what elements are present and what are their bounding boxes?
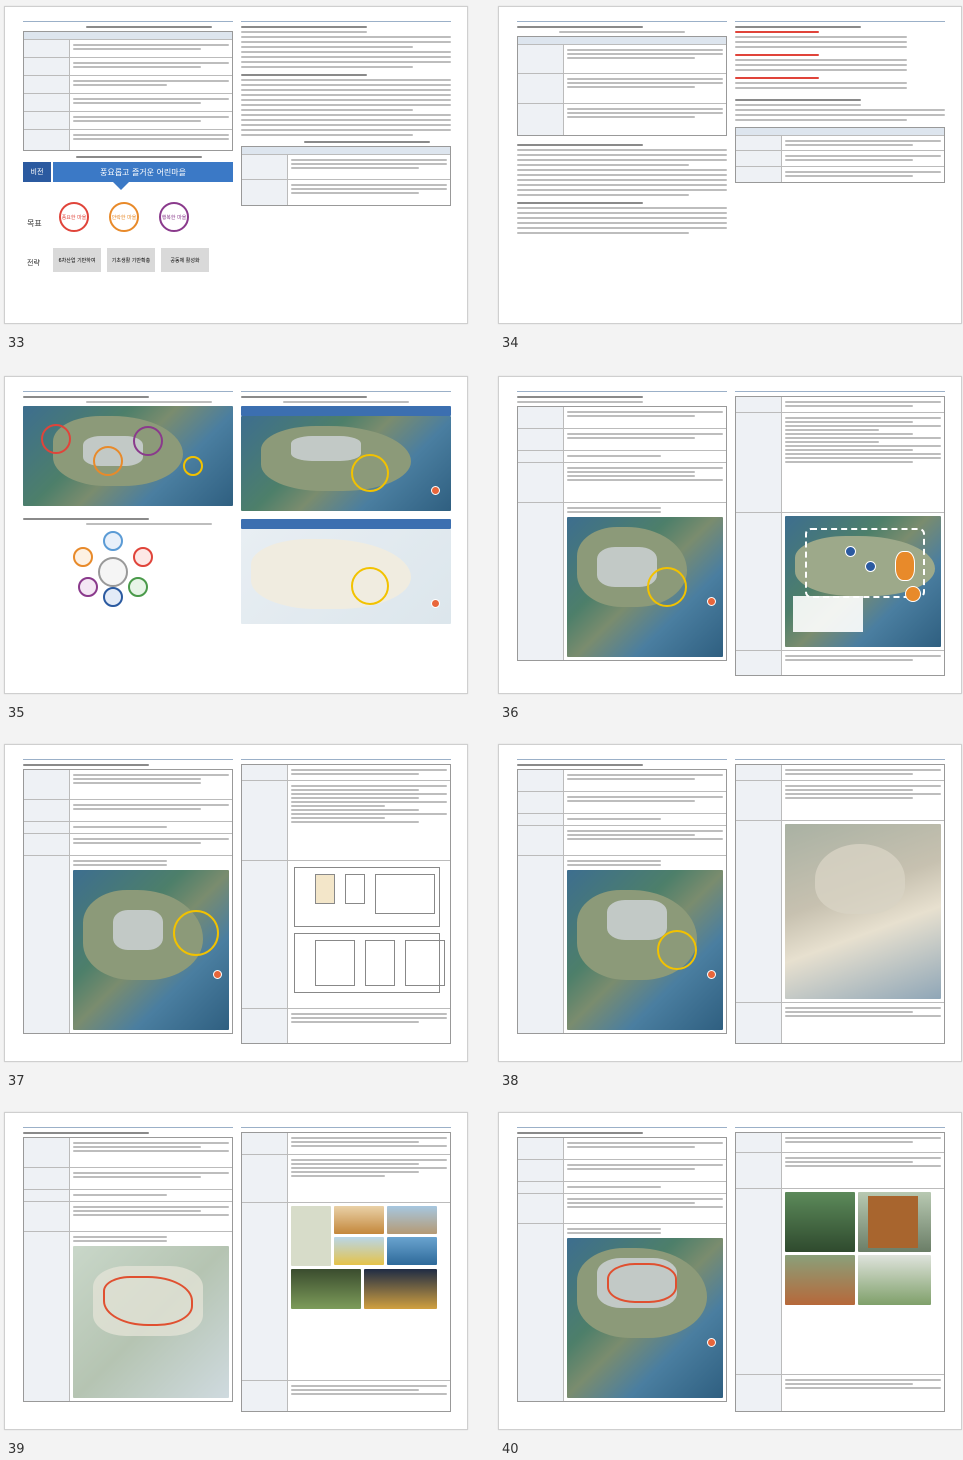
page-preview[interactable]	[498, 1112, 962, 1430]
vision-label: 비전	[23, 162, 51, 182]
page-number: 34	[502, 336, 519, 351]
thumbnail-grid: 비전 풍요롭고 즐거운 어린마을 목표 풍요한 마을 안락한 마을 행복한 마을…	[0, 0, 963, 1460]
page-preview[interactable]	[4, 744, 468, 1062]
page-number: 33	[8, 336, 25, 351]
page-number: 36	[502, 706, 519, 721]
vision-text: 풍요롭고 즐거운 어린마을	[53, 162, 233, 182]
page-preview[interactable]	[498, 6, 962, 324]
strategy-box: 공동체 활성화	[161, 248, 209, 272]
page-number: 39	[8, 1442, 25, 1457]
page-preview[interactable]	[498, 376, 962, 694]
goal-label: 목표	[27, 219, 42, 228]
page-preview[interactable]	[498, 744, 962, 1062]
page-number: 38	[502, 1074, 519, 1089]
page-number: 37	[8, 1074, 25, 1089]
page-preview[interactable]: 비전 풍요롭고 즐거운 어린마을 목표 풍요한 마을 안락한 마을 행복한 마을…	[4, 6, 468, 324]
page-number: 35	[8, 706, 25, 721]
page-preview[interactable]	[4, 1112, 468, 1430]
goal-circle: 풍요한 마을	[59, 202, 89, 232]
goal-circle: 안락한 마을	[109, 202, 139, 232]
page-preview[interactable]	[4, 376, 468, 694]
goal-circle: 행복한 마을	[159, 202, 189, 232]
strategy-box: 기초생활 기반확충	[107, 248, 155, 272]
strategy-box: 6차산업 기반하여	[53, 248, 101, 272]
strategy-label: 전략	[27, 259, 40, 267]
page-number: 40	[502, 1442, 519, 1457]
